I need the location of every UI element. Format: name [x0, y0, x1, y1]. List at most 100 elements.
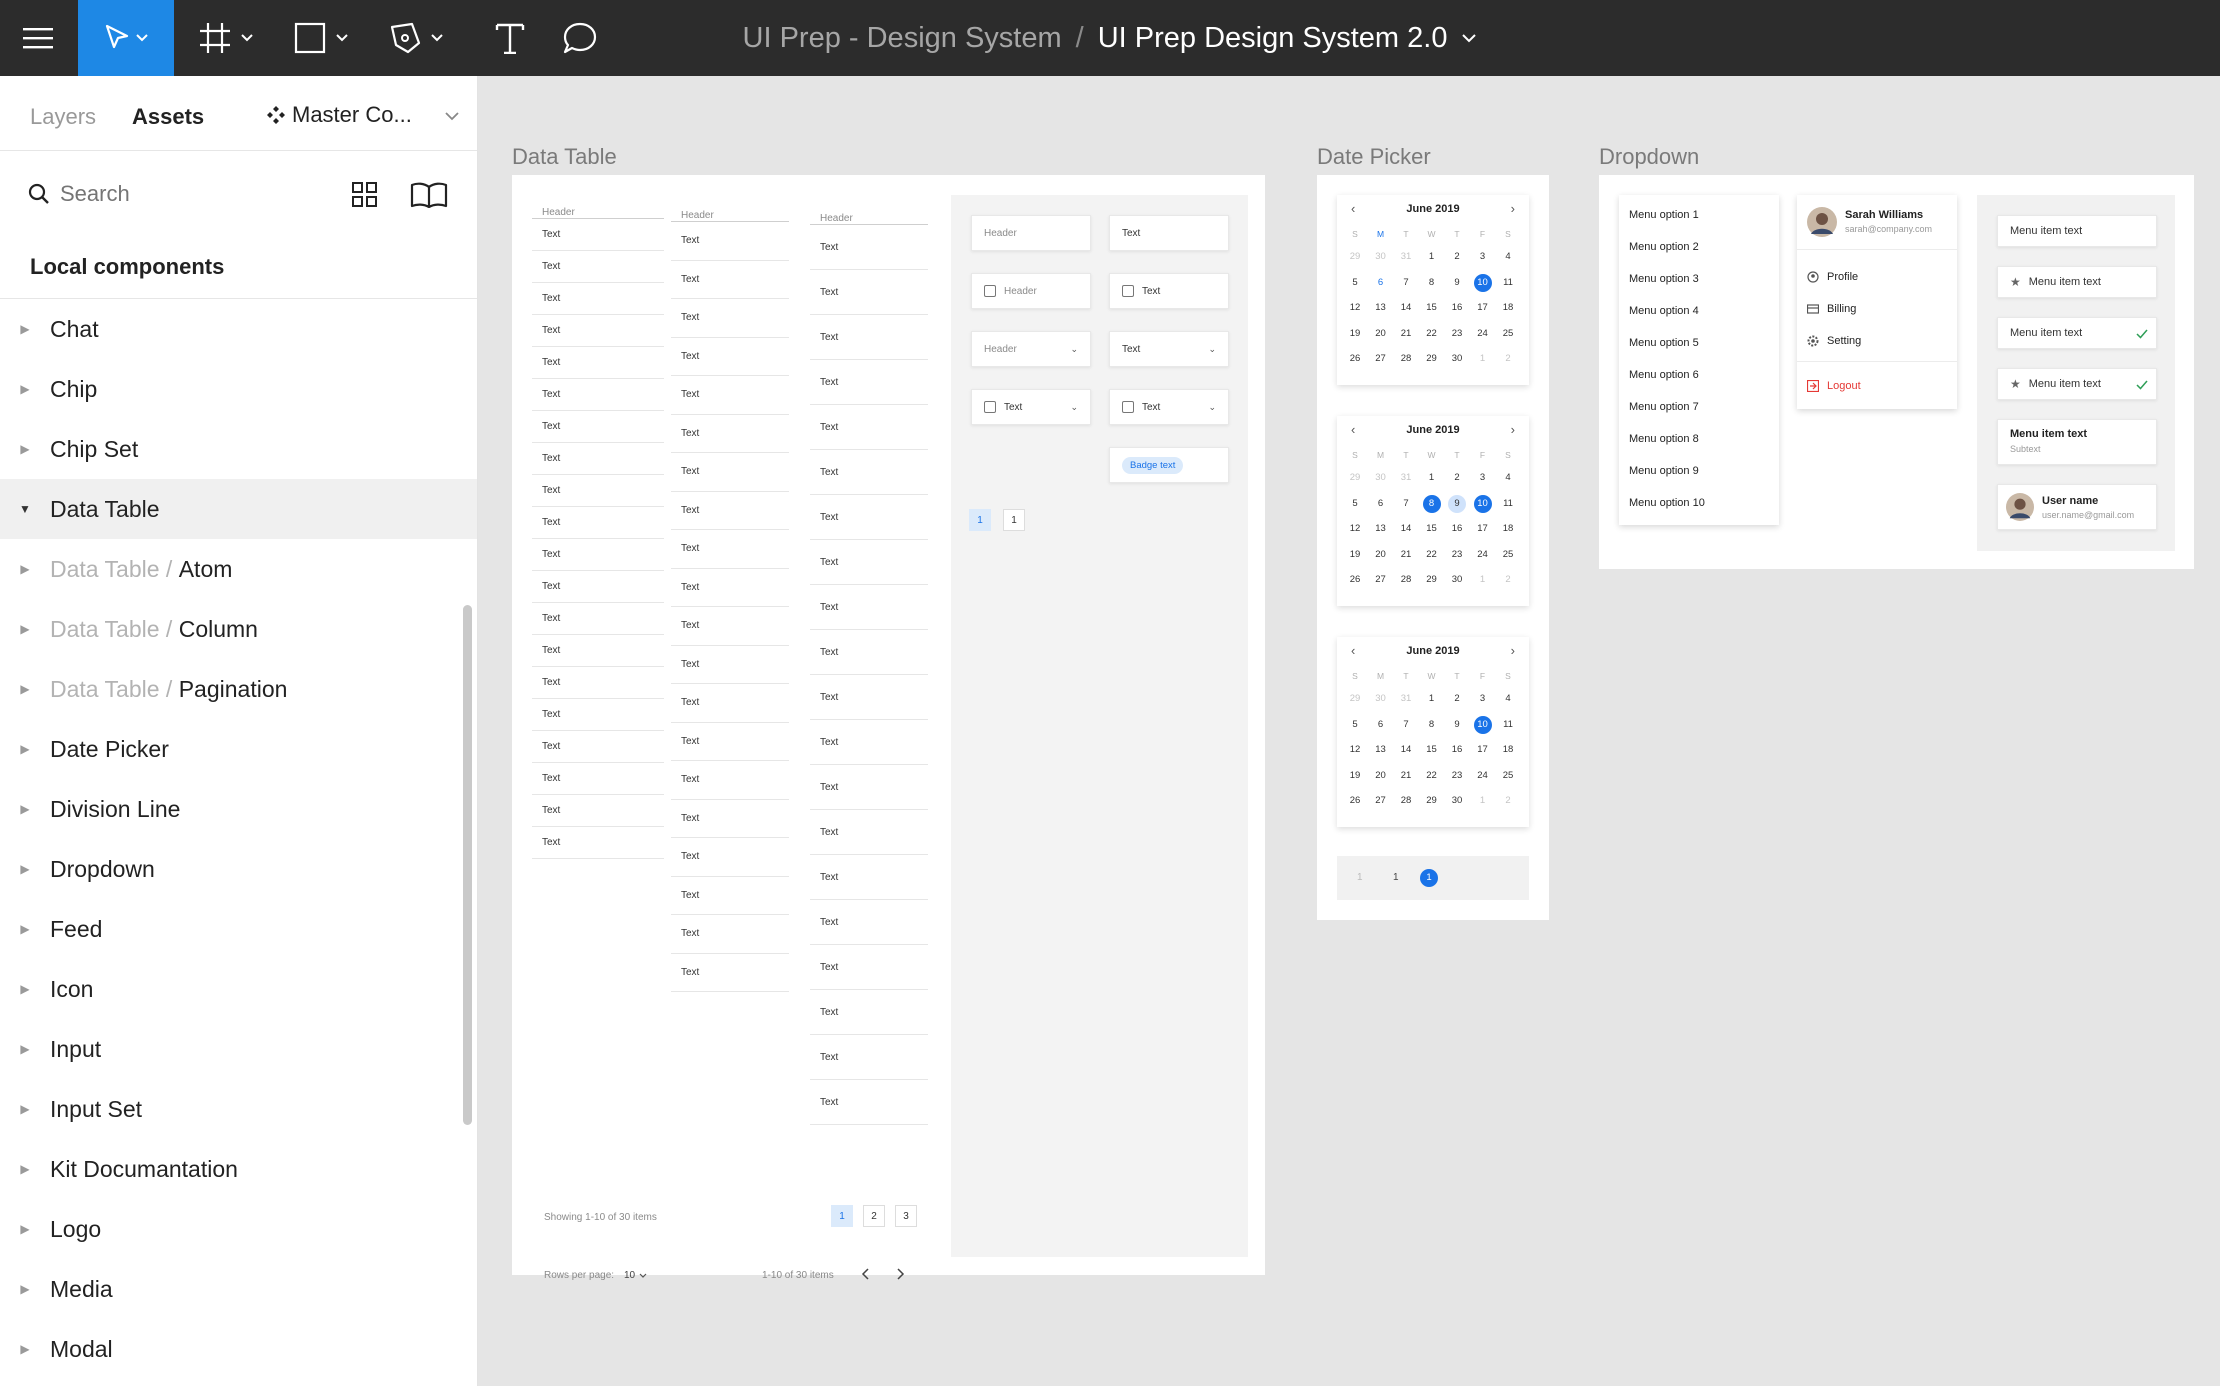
calendar-day[interactable]: 29	[1346, 469, 1364, 487]
calendar-day[interactable]: 30	[1372, 690, 1390, 708]
menu-item-with-subtext[interactable]: Menu item text Subtext	[1997, 419, 2157, 465]
calendar-day[interactable]: 25	[1499, 767, 1517, 785]
sidebar-item[interactable]: ▶ Input Set	[0, 1079, 477, 1139]
sidebar-item[interactable]: ▶ Input	[0, 1019, 477, 1079]
calendar-day[interactable]: 18	[1499, 520, 1517, 538]
chevron-down-icon[interactable]: ⌄	[1208, 402, 1216, 413]
calendar-day[interactable]: 1	[1423, 248, 1441, 266]
sidebar-item[interactable]: ▶ Data Table / Pagination	[0, 659, 477, 719]
calendar-day[interactable]: 31	[1397, 248, 1415, 266]
frame-label-dropdown[interactable]: Dropdown	[1599, 144, 1699, 170]
dropdown-option[interactable]: Menu option 9	[1629, 465, 1699, 477]
calendar-day[interactable]: 6	[1372, 716, 1390, 734]
calendar-day[interactable]: 15	[1423, 299, 1441, 317]
calendar-day[interactable]: 2	[1448, 469, 1466, 487]
calendar-day[interactable]: 10	[1473, 494, 1492, 513]
calendar-day[interactable]: 20	[1372, 767, 1390, 785]
dropdown-option[interactable]: Menu option 10	[1629, 497, 1705, 509]
calendar-day[interactable]: 2	[1499, 571, 1517, 589]
calendar-day[interactable]: 28	[1397, 571, 1415, 589]
caret-right-icon[interactable]: ▶	[0, 562, 50, 576]
checkbox[interactable]	[1122, 401, 1134, 413]
calendar-day[interactable]: 31	[1397, 469, 1415, 487]
profile-item[interactable]: Billing	[1827, 303, 1856, 315]
calendar-day[interactable]: 5	[1346, 716, 1364, 734]
pagination-page[interactable]: 2	[863, 1205, 885, 1227]
atom-text-checkbox[interactable]: Text	[1109, 273, 1229, 309]
project-name[interactable]: UI Prep - Design System	[743, 22, 1062, 55]
atom-header-cell[interactable]: Header	[971, 215, 1091, 251]
calendar-day[interactable]: 29	[1423, 350, 1441, 368]
calendar-day[interactable]: 31	[1397, 690, 1415, 708]
caret-right-icon[interactable]: ▶	[0, 1222, 50, 1236]
calendar-day[interactable]: 14	[1397, 520, 1415, 538]
calendar-day[interactable]: 22	[1423, 546, 1441, 564]
sidebar-item[interactable]: ▶ Division Line	[0, 779, 477, 839]
calendar-day[interactable]: 13	[1372, 520, 1390, 538]
calendar-day[interactable]: 5	[1346, 495, 1364, 513]
dropdown-option[interactable]: Menu option 6	[1629, 369, 1699, 381]
frame-date-picker[interactable]: June 2019 ‹ › S M T W T F S 29 30 31 1 2 3 4 5 6 7 8 9 10 11 12 1…	[1317, 175, 1549, 920]
sidebar-item[interactable]: ▶ Icon	[0, 959, 477, 1019]
calendar-day[interactable]: 21	[1397, 325, 1415, 343]
frame-label-data-table[interactable]: Data Table	[512, 144, 617, 170]
dropdown-option[interactable]: Menu option 1	[1629, 209, 1699, 221]
calendar-day[interactable]: 7	[1397, 495, 1415, 513]
dropdown-option[interactable]: Menu option 7	[1629, 401, 1699, 413]
calendar-day[interactable]: 11	[1499, 274, 1517, 292]
calendar-day[interactable]: 19	[1346, 325, 1364, 343]
grid-view-icon[interactable]	[352, 182, 378, 208]
sidebar-item[interactable]: ▶ Feed	[0, 899, 477, 959]
caret-right-icon[interactable]: ▶	[0, 982, 50, 996]
atom-header-checkbox[interactable]: Header	[971, 273, 1091, 309]
atom-text-dropdown[interactable]: Text ⌄	[1109, 331, 1229, 367]
calendar-day[interactable]: 2	[1448, 248, 1466, 266]
caret-right-icon[interactable]: ▶	[0, 1162, 50, 1176]
chevron-down-icon[interactable]	[639, 1273, 647, 1279]
calendar-day[interactable]: 23	[1448, 325, 1466, 343]
calendar-day[interactable]: 4	[1499, 248, 1517, 266]
calendar-day[interactable]: 22	[1423, 767, 1441, 785]
pagination-page-active[interactable]: 1	[1420, 869, 1438, 887]
atom-checkbox-dropdown[interactable]: Text ⌄	[1109, 389, 1229, 425]
atom-page-active[interactable]: 1	[969, 509, 991, 531]
calendar-day[interactable]: 3	[1474, 690, 1492, 708]
profile-item[interactable]: Setting	[1827, 335, 1861, 347]
pagination-page[interactable]: 1	[1357, 872, 1363, 883]
calendar-day[interactable]: 9	[1448, 274, 1466, 292]
caret-right-icon[interactable]: ▶	[0, 1102, 50, 1116]
checkbox[interactable]	[984, 401, 996, 413]
menu-item[interactable]: Menu item text	[1997, 215, 2157, 247]
calendar-day[interactable]: 13	[1372, 299, 1390, 317]
calendar-day[interactable]: 8	[1423, 274, 1441, 292]
chevron-down-icon[interactable]: ⌄	[1070, 344, 1078, 355]
calendar-day[interactable]: 29	[1423, 792, 1441, 810]
sidebar-item[interactable]: ▶ Chat	[0, 299, 477, 359]
calendar-day[interactable]: 16	[1448, 741, 1466, 759]
chevron-left-icon[interactable]	[861, 1268, 871, 1280]
calendar[interactable]: June 2019 ‹ › S M T W T F S 29 30 31 1 2 3 4 5 6 7 8 9 10 11 12 1…	[1337, 195, 1529, 385]
calendar-day[interactable]: 3	[1474, 248, 1492, 266]
calendar-day[interactable]: 29	[1346, 690, 1364, 708]
calendar-day[interactable]: 22	[1423, 325, 1441, 343]
sidebar-item[interactable]: ▶ Media	[0, 1259, 477, 1319]
sidebar-item[interactable]: ▶ Logo	[0, 1199, 477, 1259]
calendar-day[interactable]: 1	[1423, 690, 1441, 708]
calendar-day[interactable]: 27	[1372, 792, 1390, 810]
chevron-right-icon[interactable]: ›	[1511, 201, 1515, 216]
chevron-down-icon[interactable]: ⌄	[1070, 402, 1078, 413]
calendar-day[interactable]: 26	[1346, 350, 1364, 368]
caret-right-icon[interactable]: ▶	[0, 922, 50, 936]
caret-right-icon[interactable]: ▶	[0, 1342, 50, 1356]
calendar[interactable]: June 2019 ‹ › S M T W T F S 29 30 31 1 2 3 4 5 6 7 8 9 10 11 12 1…	[1337, 416, 1529, 606]
dropdown-option[interactable]: Menu option 4	[1629, 305, 1699, 317]
menu-item-user[interactable]: User name user.name@gmail.com	[1997, 484, 2157, 530]
calendar-day[interactable]: 30	[1448, 350, 1466, 368]
atom-checkbox-dropdown[interactable]: Text ⌄	[971, 389, 1091, 425]
calendar-day[interactable]: 13	[1372, 741, 1390, 759]
calendar-day[interactable]: 7	[1397, 716, 1415, 734]
atom-page[interactable]: 1	[1003, 509, 1025, 531]
checkbox[interactable]	[1122, 285, 1134, 297]
calendar-day[interactable]: 9	[1448, 494, 1466, 513]
calendar-day[interactable]: 21	[1397, 767, 1415, 785]
